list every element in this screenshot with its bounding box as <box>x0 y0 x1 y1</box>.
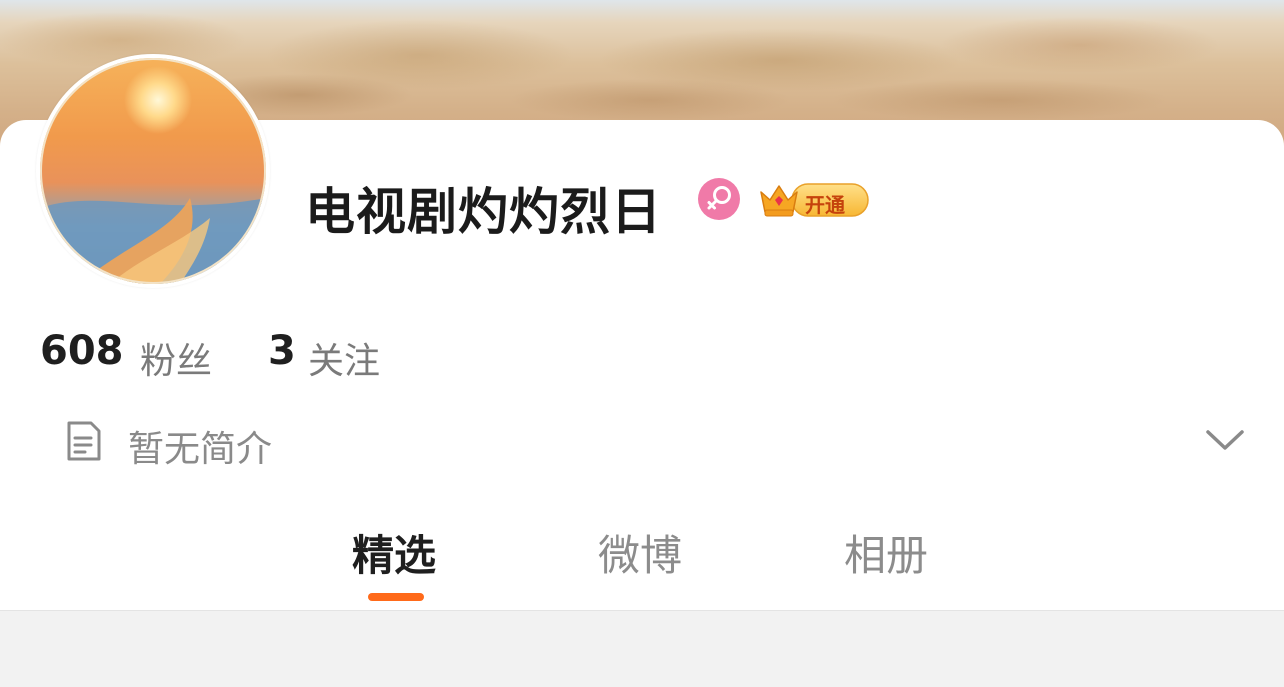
tab-featured[interactable]: 精选 <box>352 522 436 583</box>
female-symbol-icon <box>698 178 740 220</box>
chevron-down-icon[interactable] <box>1204 424 1246 454</box>
profile-name: 电视剧灼灼烈日 <box>305 183 662 241</box>
following-label[interactable]: 关注 <box>308 332 380 384</box>
avatar-image <box>40 58 266 284</box>
tab-active-indicator <box>368 593 424 601</box>
crown-icon <box>760 185 798 217</box>
tab-album[interactable]: 相册 <box>844 522 928 583</box>
following-count[interactable]: 3 <box>268 328 296 374</box>
tab-weibo[interactable]: 微博 <box>598 522 682 583</box>
section-divider <box>0 610 1284 611</box>
bio-text: 暂无简介 <box>128 429 273 470</box>
avatar[interactable] <box>36 54 270 288</box>
fans-count[interactable]: 608 <box>40 328 124 374</box>
fans-label[interactable]: 粉丝 <box>140 332 212 384</box>
document-icon <box>67 421 101 461</box>
vip-open-label[interactable]: 开通 <box>805 189 845 218</box>
